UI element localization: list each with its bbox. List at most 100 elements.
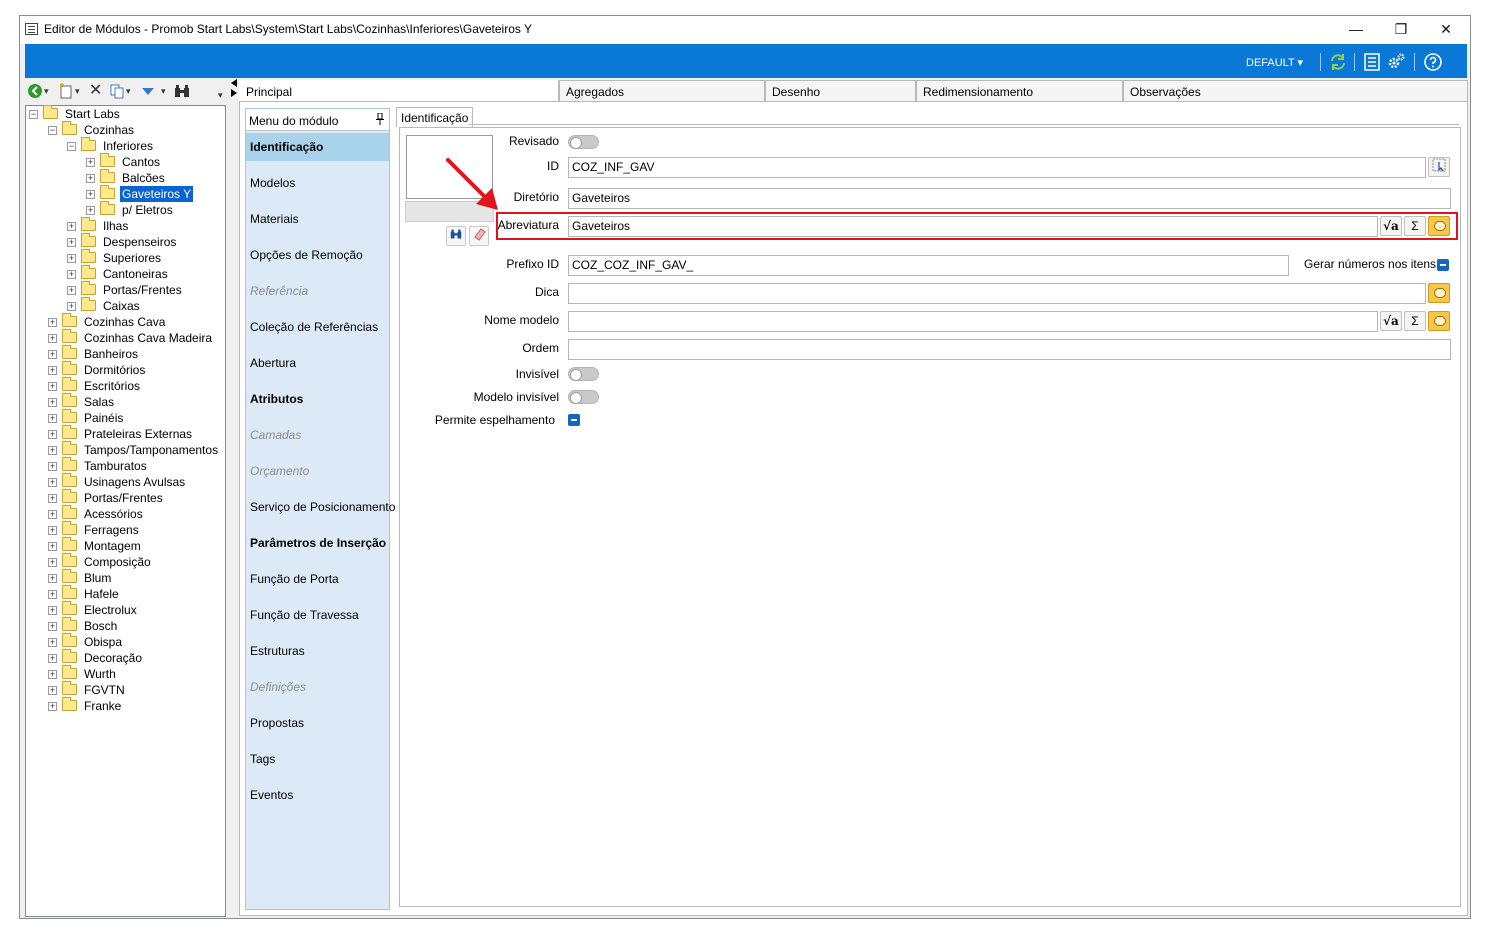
gerar-numeros-checkbox[interactable] bbox=[1437, 259, 1449, 271]
profile-dropdown[interactable]: DEFAULT ▾ bbox=[1246, 56, 1303, 69]
back-icon[interactable] bbox=[27, 82, 43, 100]
tree-item-label[interactable]: p/ Eletros bbox=[120, 202, 175, 218]
tree-item-label[interactable]: Decoração bbox=[82, 650, 144, 666]
tree-item-label[interactable]: Bosch bbox=[82, 618, 119, 634]
dica-input[interactable] bbox=[568, 283, 1426, 304]
settings-gears-icon[interactable] bbox=[1386, 52, 1406, 72]
permite-espelhamento-checkbox[interactable] bbox=[568, 414, 580, 426]
tree-item-label[interactable]: Cantoneiras bbox=[101, 266, 170, 282]
menu-item[interactable]: Estruturas bbox=[246, 637, 389, 665]
refresh-icon[interactable] bbox=[1328, 52, 1348, 72]
expand-icon[interactable]: + bbox=[48, 366, 57, 375]
tree-item-label[interactable]: Hafele bbox=[82, 586, 121, 602]
id-edit-button[interactable] bbox=[1428, 157, 1450, 177]
collapse-icon[interactable]: − bbox=[67, 142, 76, 151]
expand-icon[interactable]: + bbox=[48, 510, 57, 519]
menu-item[interactable]: Função de Travessa bbox=[246, 601, 389, 629]
expand-icon[interactable]: + bbox=[67, 238, 76, 247]
dropdown-arrow-icon[interactable]: ▾ bbox=[44, 82, 49, 100]
expand-icon[interactable]: + bbox=[48, 350, 57, 359]
nome-modelo-comment-icon[interactable] bbox=[1428, 311, 1450, 331]
menu-item[interactable]: Opções de Remoção bbox=[246, 241, 389, 269]
expand-icon[interactable]: + bbox=[48, 606, 57, 615]
expand-icon[interactable]: + bbox=[86, 158, 95, 167]
collapse-icon[interactable]: − bbox=[48, 126, 57, 135]
expand-icon[interactable]: + bbox=[48, 702, 57, 711]
tab-principal[interactable]: Principal bbox=[239, 80, 559, 101]
tree-item-label[interactable]: Escritórios bbox=[82, 378, 142, 394]
clear-image-button[interactable] bbox=[469, 226, 489, 246]
expand-icon[interactable]: + bbox=[67, 222, 76, 231]
tree-item-label[interactable]: Obispa bbox=[82, 634, 124, 650]
menu-item[interactable]: Função de Porta bbox=[246, 565, 389, 593]
delete-icon[interactable]: ✕ bbox=[89, 82, 102, 100]
menu-item[interactable]: Identificação bbox=[246, 133, 389, 161]
tree-item-label[interactable]: Portas/Frentes bbox=[82, 490, 165, 506]
tree-item-label[interactable]: Blum bbox=[82, 570, 113, 586]
tree-item-label[interactable]: Start Labs bbox=[63, 106, 122, 122]
expand-icon[interactable]: + bbox=[48, 558, 57, 567]
nome-modelo-input[interactable] bbox=[568, 311, 1378, 332]
tab-identificacao[interactable]: Identificação bbox=[396, 107, 474, 127]
tree-item-label[interactable]: Electrolux bbox=[82, 602, 139, 618]
menu-item[interactable]: Parâmetros de Inserção bbox=[246, 529, 389, 557]
modelo-invisivel-toggle[interactable] bbox=[568, 390, 599, 404]
id-input[interactable]: COZ_INF_GAV bbox=[568, 157, 1426, 178]
close-button[interactable]: ✕ bbox=[1423, 16, 1469, 44]
dropdown-arrow-icon[interactable]: ▾ bbox=[75, 82, 80, 100]
tree-item-label[interactable]: Cantos bbox=[120, 154, 162, 170]
tree-item-label[interactable]: Ferragens bbox=[82, 522, 141, 538]
expand-icon[interactable]: + bbox=[67, 270, 76, 279]
expand-icon[interactable]: + bbox=[67, 286, 76, 295]
tree-item-label[interactable]: Franke bbox=[82, 698, 123, 714]
expand-icon[interactable]: + bbox=[48, 670, 57, 679]
tab-desenho[interactable]: Desenho bbox=[765, 80, 916, 101]
tree-item-label[interactable]: Acessórios bbox=[82, 506, 145, 522]
expand-icon[interactable]: + bbox=[48, 542, 57, 551]
expand-icon[interactable]: + bbox=[86, 206, 95, 215]
expand-icon[interactable]: + bbox=[48, 574, 57, 583]
expand-icon[interactable]: + bbox=[48, 446, 57, 455]
tree-item-label[interactable]: Portas/Frentes bbox=[101, 282, 184, 298]
nome-modelo-sum-button[interactable]: Σ bbox=[1404, 311, 1426, 331]
expand-icon[interactable]: + bbox=[67, 254, 76, 263]
tree-item-label[interactable]: Cozinhas Cava bbox=[82, 314, 167, 330]
menu-item[interactable]: Abertura bbox=[246, 349, 389, 377]
module-tree[interactable]: − Start Labs − Cozinhas − Inferiores + Cantos + B… bbox=[25, 105, 226, 917]
tree-item-label[interactable]: Tamburatos bbox=[82, 458, 149, 474]
nome-modelo-formula-button[interactable]: √a bbox=[1380, 311, 1402, 331]
expand-icon[interactable]: + bbox=[48, 622, 57, 631]
tree-item-label[interactable]: Balcões bbox=[120, 170, 167, 186]
expand-icon[interactable]: + bbox=[48, 430, 57, 439]
tree-item-label[interactable]: Inferiores bbox=[101, 138, 155, 154]
tree-item-label[interactable]: Caixas bbox=[101, 298, 142, 314]
tree-item-label[interactable]: Tampos/Tamponamentos bbox=[82, 442, 220, 458]
expand-icon[interactable]: + bbox=[48, 654, 57, 663]
restore-button[interactable]: ❐ bbox=[1378, 16, 1424, 44]
tree-item-label[interactable]: Gaveteiros Y bbox=[120, 186, 194, 202]
tree-item-label[interactable]: Montagem bbox=[82, 538, 143, 554]
expand-icon[interactable]: + bbox=[67, 302, 76, 311]
menu-item[interactable]: Materiais bbox=[246, 205, 389, 233]
tab-redimensionamento[interactable]: Redimensionamento bbox=[916, 80, 1123, 101]
expand-icon[interactable]: + bbox=[48, 398, 57, 407]
tree-item-label[interactable]: Salas bbox=[82, 394, 116, 410]
overflow-icon[interactable]: ▾ bbox=[218, 86, 223, 104]
revisado-toggle[interactable] bbox=[568, 135, 599, 149]
expand-icon[interactable]: + bbox=[48, 686, 57, 695]
expand-icon[interactable]: + bbox=[48, 462, 57, 471]
dropdown-arrow-icon[interactable]: ▾ bbox=[161, 82, 166, 100]
tree-item-label[interactable]: Painéis bbox=[82, 410, 125, 426]
expand-icon[interactable]: + bbox=[48, 334, 57, 343]
ordem-input[interactable] bbox=[568, 339, 1451, 360]
expand-icon[interactable]: + bbox=[48, 590, 57, 599]
tree-item-label[interactable]: Cozinhas Cava Madeira bbox=[82, 330, 214, 346]
menu-item[interactable]: Coleção de Referências bbox=[246, 313, 389, 341]
tree-item-label[interactable]: Dormitórios bbox=[82, 362, 147, 378]
expand-icon[interactable]: + bbox=[48, 318, 57, 327]
tab-observacoes[interactable]: Observações bbox=[1123, 80, 1468, 101]
invisivel-toggle[interactable] bbox=[568, 367, 599, 381]
tree-item-label[interactable]: FGVTN bbox=[82, 682, 127, 698]
search-binoculars-icon[interactable] bbox=[173, 82, 191, 100]
expand-icon[interactable]: + bbox=[48, 526, 57, 535]
